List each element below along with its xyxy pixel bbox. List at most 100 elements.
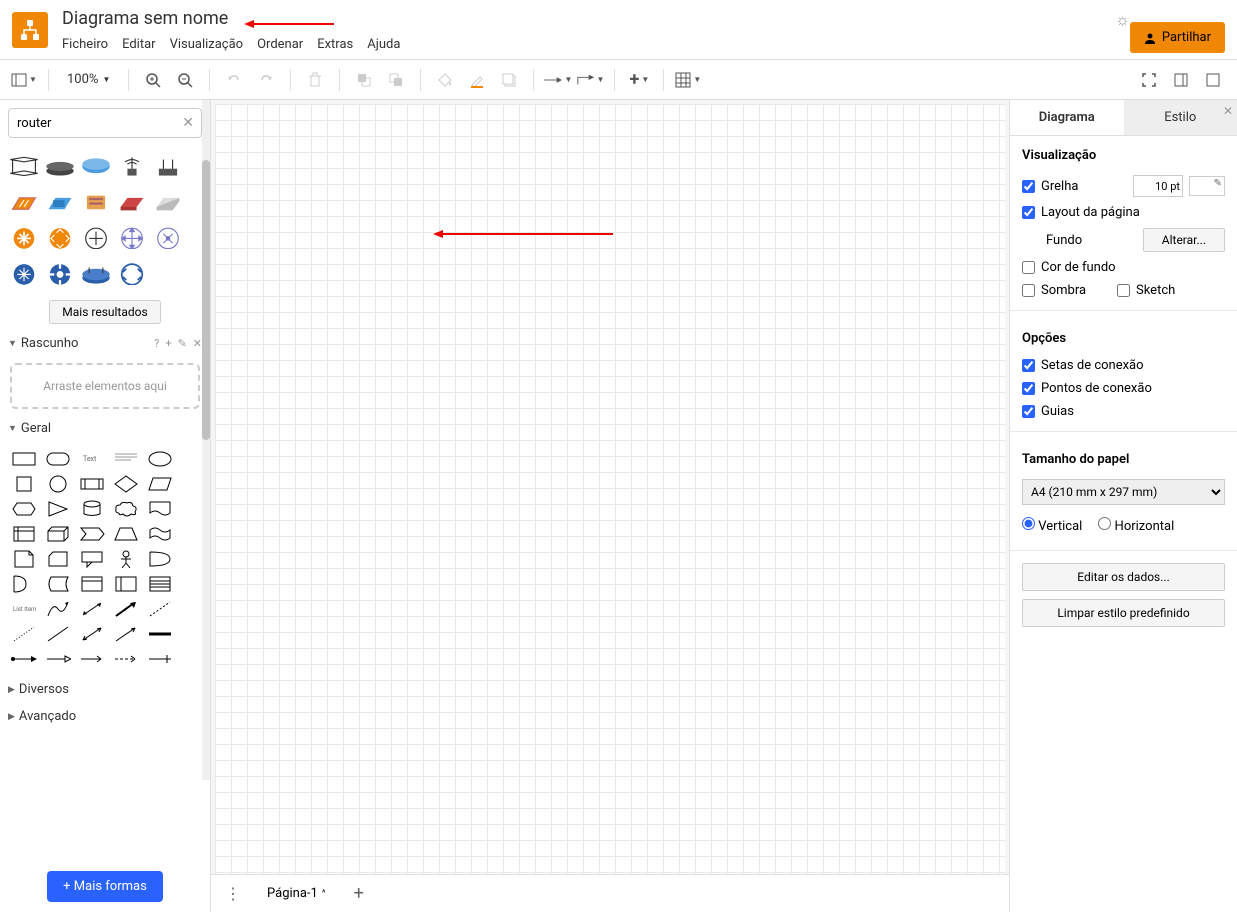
shape-tape[interactable] xyxy=(146,523,174,545)
shape-callout[interactable] xyxy=(78,548,106,570)
conn-points-checkbox[interactable] xyxy=(1022,382,1035,395)
scratchpad-header[interactable]: ▼ Rascunho ? + ✎ ✕ xyxy=(0,330,210,357)
to-back-button[interactable] xyxy=(382,66,410,94)
shape-or[interactable] xyxy=(146,548,174,570)
router-shape-14[interactable] xyxy=(116,222,148,254)
shape-cloud[interactable] xyxy=(112,498,140,520)
shadow-button[interactable] xyxy=(495,66,523,94)
shape-connector1[interactable] xyxy=(10,648,38,670)
advanced-shapes-header[interactable]: ▶ Avançado xyxy=(0,703,210,730)
app-logo[interactable] xyxy=(12,12,48,48)
shape-connector5[interactable] xyxy=(146,648,174,670)
portrait-radio[interactable] xyxy=(1022,517,1035,530)
misc-shapes-header[interactable]: ▶ Diversos xyxy=(0,676,210,703)
shape-text[interactable]: Text xyxy=(78,448,106,470)
menu-edit[interactable]: Editar xyxy=(122,37,156,52)
shape-cube[interactable] xyxy=(44,523,72,545)
add-icon[interactable]: + xyxy=(165,337,171,350)
fullscreen-button[interactable] xyxy=(1135,66,1163,94)
landscape-radio[interactable] xyxy=(1098,517,1111,530)
shape-data-storage[interactable] xyxy=(44,573,72,595)
canvas-area[interactable] xyxy=(211,100,1009,912)
connection-button[interactable]: ▼ xyxy=(544,66,572,94)
router-shape-11[interactable] xyxy=(8,222,40,254)
menu-file[interactable]: Ficheiro xyxy=(62,37,108,52)
shape-arrow[interactable] xyxy=(112,598,140,620)
shape-textbox[interactable] xyxy=(112,448,140,470)
appearance-icon[interactable]: ☼ xyxy=(1115,10,1130,30)
router-shape-19[interactable] xyxy=(116,258,148,290)
shape-trapezoid[interactable] xyxy=(112,523,140,545)
clear-default-style-button[interactable]: Limpar estilo predefinido xyxy=(1022,599,1225,627)
sketch-checkbox[interactable] xyxy=(1117,284,1130,297)
format-panel-toggle[interactable] xyxy=(1167,66,1195,94)
shape-step[interactable] xyxy=(78,523,106,545)
router-shape-10[interactable] xyxy=(152,186,184,218)
menu-extras[interactable]: Extras xyxy=(317,37,353,52)
more-results-button[interactable]: Mais resultados xyxy=(49,300,160,324)
undo-button[interactable] xyxy=(220,66,248,94)
share-button[interactable]: Partilhar xyxy=(1130,22,1225,53)
router-shape-17[interactable] xyxy=(44,258,76,290)
shape-dashed-line[interactable] xyxy=(146,598,174,620)
fill-color-button[interactable] xyxy=(431,66,459,94)
shape-hexagon[interactable] xyxy=(10,498,38,520)
change-background-button[interactable]: Alterar... xyxy=(1143,228,1225,252)
shape-note[interactable] xyxy=(10,548,38,570)
scrollbar-thumb[interactable] xyxy=(202,160,210,440)
bg-color-checkbox[interactable] xyxy=(1022,261,1035,274)
grid-color-button[interactable] xyxy=(1189,176,1225,196)
router-shape-15[interactable] xyxy=(152,222,184,254)
close-icon[interactable]: ✕ xyxy=(193,337,202,350)
shape-container[interactable] xyxy=(78,573,106,595)
router-shape-3[interactable] xyxy=(80,150,112,182)
shapes-search-input[interactable] xyxy=(8,108,202,138)
tab-style[interactable]: Estilo xyxy=(1124,100,1237,135)
page-tab-1[interactable]: Página-1 ^ xyxy=(255,880,338,907)
router-shape-4[interactable] xyxy=(116,150,148,182)
shape-card[interactable] xyxy=(44,548,72,570)
shadow-checkbox[interactable] xyxy=(1022,284,1035,297)
shape-list-item[interactable]: List Item xyxy=(10,598,38,620)
shape-triangle[interactable] xyxy=(44,498,72,520)
router-shape-7[interactable] xyxy=(44,186,76,218)
shape-container2[interactable] xyxy=(112,573,140,595)
close-icon[interactable]: ✕ xyxy=(1223,104,1233,118)
document-title[interactable]: Diagrama sem nome xyxy=(62,8,1115,33)
delete-button[interactable] xyxy=(301,66,329,94)
shape-dotted-line[interactable] xyxy=(10,623,38,645)
redo-button[interactable] xyxy=(252,66,280,94)
router-shape-8[interactable] xyxy=(80,186,112,218)
sidebar-toggle-button[interactable]: ▼ xyxy=(10,66,38,94)
shape-document[interactable] xyxy=(146,498,174,520)
router-shape-18[interactable] xyxy=(80,258,112,290)
page-layout-checkbox[interactable] xyxy=(1022,206,1035,219)
router-shape-6[interactable] xyxy=(8,186,40,218)
help-icon[interactable]: ? xyxy=(154,337,159,350)
router-shape-1[interactable] xyxy=(8,150,40,182)
edit-icon[interactable]: ✎ xyxy=(178,337,187,350)
shape-list[interactable] xyxy=(146,573,174,595)
router-shape-9[interactable] xyxy=(116,186,148,218)
collapse-button[interactable] xyxy=(1199,66,1227,94)
conn-arrows-checkbox[interactable] xyxy=(1022,359,1035,372)
shape-and[interactable] xyxy=(10,573,38,595)
shape-rounded-rect[interactable] xyxy=(44,448,72,470)
clear-search-icon[interactable]: ✕ xyxy=(182,115,194,131)
zoom-in-button[interactable] xyxy=(139,66,167,94)
menu-view[interactable]: Visualização xyxy=(170,37,244,52)
guides-checkbox[interactable] xyxy=(1022,405,1035,418)
line-color-button[interactable] xyxy=(463,66,491,94)
shape-connector4[interactable] xyxy=(112,648,140,670)
drawing-canvas[interactable] xyxy=(215,104,1005,908)
shape-bidir-arrow[interactable] xyxy=(78,598,106,620)
grid-size-input[interactable] xyxy=(1133,175,1183,197)
shape-thin-arrow[interactable] xyxy=(112,623,140,645)
shape-internal-storage[interactable] xyxy=(10,523,38,545)
shape-connector3[interactable] xyxy=(78,648,106,670)
shape-process[interactable] xyxy=(78,473,106,495)
to-front-button[interactable] xyxy=(350,66,378,94)
shape-actor[interactable] xyxy=(112,548,140,570)
shape-rectangle[interactable] xyxy=(10,448,38,470)
shape-square[interactable] xyxy=(10,473,38,495)
